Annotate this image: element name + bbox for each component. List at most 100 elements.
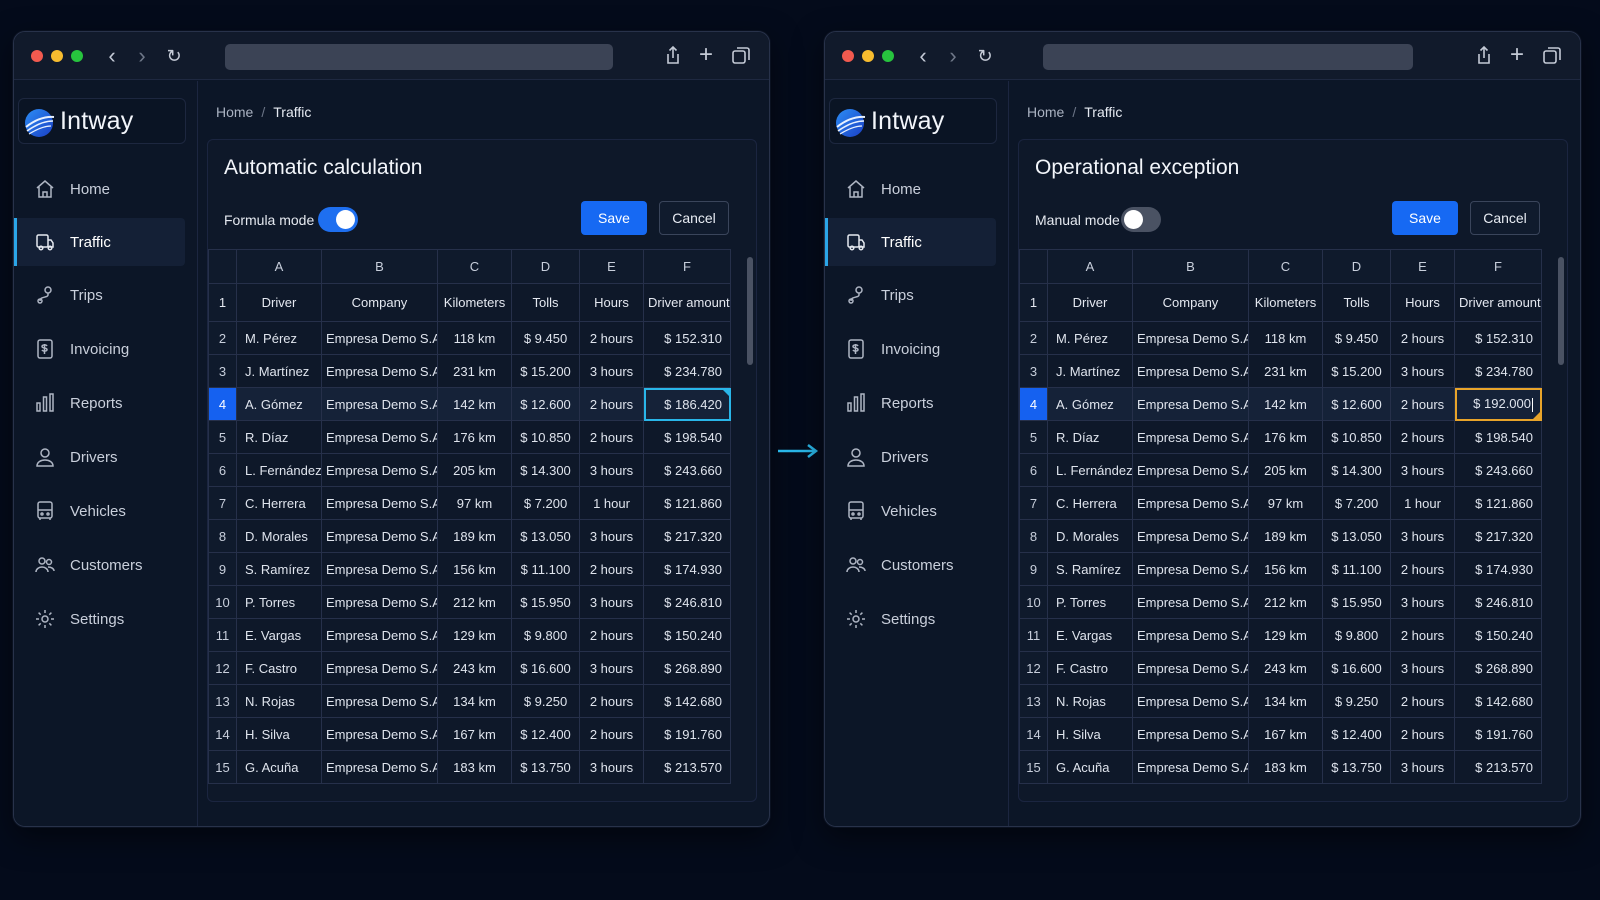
hours-cell[interactable]: 2 hours bbox=[1390, 321, 1455, 355]
sidebar-item-traffic[interactable]: Traffic bbox=[825, 218, 996, 266]
row-number[interactable]: 7 bbox=[1019, 486, 1048, 520]
tolls-cell[interactable]: $ 11.100 bbox=[1322, 552, 1391, 586]
tolls-cell[interactable]: $ 12.400 bbox=[1322, 717, 1391, 751]
amount-cell[interactable]: $ 198.540 bbox=[1454, 420, 1542, 454]
row-number[interactable]: 6 bbox=[1019, 453, 1048, 487]
minimize-window-button[interactable] bbox=[51, 50, 63, 62]
field-header-cell[interactable]: Kilometers bbox=[437, 283, 512, 322]
hours-cell[interactable]: 2 hours bbox=[579, 717, 644, 751]
save-button[interactable]: Save bbox=[581, 201, 647, 235]
address-bar[interactable] bbox=[225, 44, 613, 70]
km-cell[interactable]: 134 km bbox=[1248, 684, 1323, 718]
driver-cell[interactable]: R. Díaz bbox=[236, 420, 322, 454]
driver-cell[interactable]: E. Vargas bbox=[236, 618, 322, 652]
amount-cell[interactable]: $ 234.780 bbox=[643, 354, 731, 388]
row-number[interactable]: 12 bbox=[208, 651, 237, 685]
tolls-cell[interactable]: $ 13.050 bbox=[511, 519, 580, 553]
column-header[interactable]: B bbox=[321, 249, 438, 284]
tolls-cell[interactable]: $ 7.200 bbox=[511, 486, 580, 520]
amount-cell[interactable]: $ 142.680 bbox=[643, 684, 731, 718]
driver-cell[interactable]: R. Díaz bbox=[1047, 420, 1133, 454]
driver-cell[interactable]: P. Torres bbox=[1047, 585, 1133, 619]
row-number[interactable]: 14 bbox=[208, 717, 237, 751]
amount-cell[interactable]: $ 213.570 bbox=[643, 750, 731, 784]
company-cell[interactable]: Empresa Demo S.A. bbox=[321, 585, 438, 619]
tolls-cell[interactable]: $ 9.450 bbox=[1322, 321, 1391, 355]
tolls-cell[interactable]: $ 15.200 bbox=[511, 354, 580, 388]
amount-cell[interactable]: $ 152.310 bbox=[1454, 321, 1542, 355]
driver-cell[interactable]: G. Acuña bbox=[1047, 750, 1133, 784]
new-tab-icon[interactable]: + bbox=[1506, 43, 1528, 67]
back-arrow-icon[interactable]: ‹ bbox=[99, 42, 125, 70]
driver-cell[interactable]: J. Martínez bbox=[236, 354, 322, 388]
breadcrumb-home[interactable]: Home bbox=[1027, 104, 1064, 120]
amount-cell[interactable]: $ 213.570 bbox=[1454, 750, 1542, 784]
company-cell[interactable]: Empresa Demo S.A. bbox=[321, 684, 438, 718]
hours-cell[interactable]: 2 hours bbox=[579, 420, 644, 454]
row-number[interactable]: 1 bbox=[208, 283, 237, 322]
driver-cell[interactable]: M. Pérez bbox=[236, 321, 322, 355]
vertical-scrollbar[interactable] bbox=[747, 257, 753, 365]
km-cell[interactable]: 176 km bbox=[437, 420, 512, 454]
company-cell[interactable]: Empresa Demo S.A. bbox=[1132, 750, 1249, 784]
driver-cell[interactable]: A. Gómez bbox=[1047, 387, 1133, 421]
column-header[interactable]: F bbox=[1454, 249, 1542, 284]
company-cell[interactable]: Empresa Demo S.A. bbox=[321, 453, 438, 487]
km-cell[interactable]: 189 km bbox=[437, 519, 512, 553]
company-cell[interactable]: Empresa Demo S.A. bbox=[1132, 387, 1249, 421]
hours-cell[interactable]: 1 hour bbox=[579, 486, 644, 520]
tolls-cell[interactable]: $ 13.750 bbox=[511, 750, 580, 784]
sidebar-item-home[interactable]: Home bbox=[825, 165, 996, 213]
company-cell[interactable]: Empresa Demo S.A. bbox=[321, 750, 438, 784]
tolls-cell[interactable]: $ 12.600 bbox=[511, 387, 580, 421]
km-cell[interactable]: 176 km bbox=[1248, 420, 1323, 454]
hours-cell[interactable]: 3 hours bbox=[579, 354, 644, 388]
tolls-cell[interactable]: $ 9.450 bbox=[511, 321, 580, 355]
amount-cell[interactable]: $ 246.810 bbox=[643, 585, 731, 619]
row-number[interactable]: 9 bbox=[1019, 552, 1048, 586]
company-cell[interactable]: Empresa Demo S.A. bbox=[321, 651, 438, 685]
manual-mode-toggle[interactable] bbox=[1121, 207, 1161, 232]
km-cell[interactable]: 243 km bbox=[437, 651, 512, 685]
corner-cell[interactable] bbox=[208, 249, 237, 284]
driver-cell[interactable]: A. Gómez bbox=[236, 387, 322, 421]
hours-cell[interactable]: 3 hours bbox=[579, 585, 644, 619]
hours-cell[interactable]: 2 hours bbox=[579, 387, 644, 421]
cancel-button[interactable]: Cancel bbox=[1470, 201, 1540, 235]
km-cell[interactable]: 118 km bbox=[1248, 321, 1323, 355]
company-cell[interactable]: Empresa Demo S.A. bbox=[1132, 651, 1249, 685]
reload-icon[interactable]: ↻ bbox=[972, 42, 998, 70]
km-cell[interactable]: 156 km bbox=[1248, 552, 1323, 586]
company-cell[interactable]: Empresa Demo S.A. bbox=[1132, 684, 1249, 718]
tolls-cell[interactable]: $ 11.100 bbox=[511, 552, 580, 586]
field-header-cell[interactable]: Company bbox=[1132, 283, 1249, 322]
sidebar-item-trips[interactable]: Trips bbox=[825, 271, 996, 319]
field-header-cell[interactable]: Kilometers bbox=[1248, 283, 1323, 322]
formula-mode-toggle[interactable] bbox=[318, 207, 358, 232]
km-cell[interactable]: 205 km bbox=[1248, 453, 1323, 487]
row-number[interactable]: 8 bbox=[1019, 519, 1048, 553]
field-header-cell[interactable]: Tolls bbox=[511, 283, 580, 322]
tolls-cell[interactable]: $ 13.750 bbox=[1322, 750, 1391, 784]
row-number[interactable]: 8 bbox=[208, 519, 237, 553]
km-cell[interactable]: 142 km bbox=[437, 387, 512, 421]
driver-cell[interactable]: G. Acuña bbox=[236, 750, 322, 784]
driver-cell[interactable]: S. Ramírez bbox=[1047, 552, 1133, 586]
close-window-button[interactable] bbox=[842, 50, 854, 62]
column-header[interactable]: D bbox=[1322, 249, 1391, 284]
sidebar-item-drivers[interactable]: Drivers bbox=[14, 433, 185, 481]
driver-cell[interactable]: L. Fernández bbox=[1047, 453, 1133, 487]
amount-cell[interactable]: $ 198.540 bbox=[643, 420, 731, 454]
km-cell[interactable]: 134 km bbox=[437, 684, 512, 718]
row-number[interactable]: 3 bbox=[1019, 354, 1048, 388]
hours-cell[interactable]: 2 hours bbox=[1390, 387, 1455, 421]
km-cell[interactable]: 156 km bbox=[437, 552, 512, 586]
amount-cell[interactable]: $ 246.810 bbox=[1454, 585, 1542, 619]
sidebar-item-invoicing[interactable]: Invoicing bbox=[14, 325, 185, 373]
hours-cell[interactable]: 1 hour bbox=[1390, 486, 1455, 520]
company-cell[interactable]: Empresa Demo S.A. bbox=[321, 321, 438, 355]
corner-cell[interactable] bbox=[1019, 249, 1048, 284]
column-header[interactable]: B bbox=[1132, 249, 1249, 284]
column-header[interactable]: C bbox=[437, 249, 512, 284]
row-number[interactable]: 5 bbox=[208, 420, 237, 454]
